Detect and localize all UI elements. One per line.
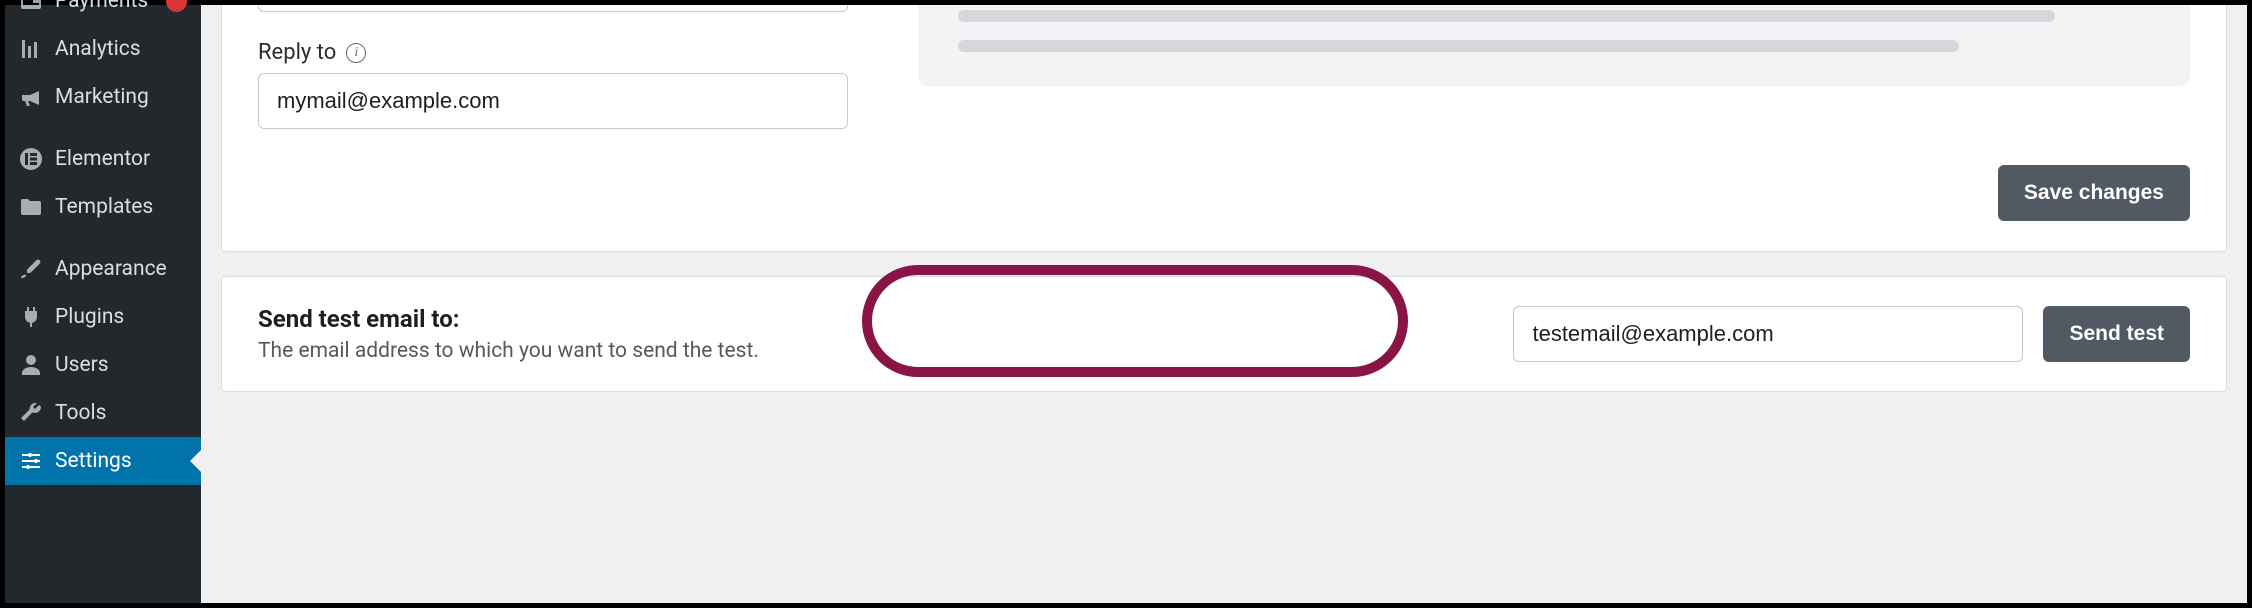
brush-icon	[19, 257, 43, 281]
sidebar-item-label: Marketing	[55, 85, 149, 109]
elementor-icon	[19, 147, 43, 171]
bar-chart-icon	[19, 37, 43, 61]
sidebar-item-label: Elementor	[55, 147, 150, 171]
wrench-icon	[19, 401, 43, 425]
test-email-input[interactable]	[1513, 306, 2023, 362]
megaphone-icon	[19, 85, 43, 109]
sidebar-item-marketing[interactable]: Marketing	[5, 73, 201, 121]
wallet-icon	[19, 0, 43, 13]
save-changes-button[interactable]: Save changes	[1998, 165, 2190, 221]
sidebar-item-plugins[interactable]: Plugins	[5, 293, 201, 341]
sidebar-item-label: Tools	[55, 401, 106, 425]
send-test-button[interactable]: Send test	[2043, 306, 2190, 362]
sliders-icon	[19, 449, 43, 473]
sidebar-item-elementor[interactable]: Elementor	[5, 135, 201, 183]
send-test-subtitle: The email address to which you want to s…	[258, 339, 878, 363]
user-icon	[19, 353, 43, 377]
email-preview-card	[918, 5, 2190, 86]
sidebar-item-label: Users	[55, 353, 109, 377]
sidebar-item-label: Settings	[55, 449, 132, 473]
reply-to-input[interactable]	[258, 73, 848, 129]
info-icon[interactable]: i	[346, 43, 366, 63]
sidebar-item-label: Appearance	[55, 257, 167, 281]
send-test-title: Send test email to:	[258, 305, 878, 333]
sidebar-item-tools[interactable]: Tools	[5, 389, 201, 437]
notification-badge-icon	[166, 0, 187, 12]
send-test-panel: Send test email to: The email address to…	[221, 276, 2227, 392]
sidebar-item-templates[interactable]: Templates	[5, 183, 201, 231]
main-content: Reply to i Save changes	[201, 5, 2247, 603]
from-name-input[interactable]	[258, 5, 848, 12]
folder-icon	[19, 195, 43, 219]
sidebar-item-label: Templates	[55, 195, 153, 219]
sidebar-item-payments[interactable]: Payments	[5, 0, 201, 25]
sidebar-item-settings[interactable]: Settings	[5, 437, 201, 485]
admin-sidebar: Payments Analytics Marketing Elementor	[5, 5, 201, 603]
sidebar-item-label: Plugins	[55, 305, 124, 329]
sidebar-item-label: Analytics	[55, 37, 141, 61]
plug-icon	[19, 305, 43, 329]
skeleton-line	[958, 40, 1959, 52]
sidebar-item-users[interactable]: Users	[5, 341, 201, 389]
sender-settings-panel: Reply to i Save changes	[221, 5, 2227, 252]
reply-to-label: Reply to	[258, 40, 336, 65]
sidebar-item-analytics[interactable]: Analytics	[5, 25, 201, 73]
skeleton-line	[958, 10, 2055, 22]
sidebar-item-appearance[interactable]: Appearance	[5, 245, 201, 293]
sidebar-item-label: Payments	[55, 0, 148, 13]
